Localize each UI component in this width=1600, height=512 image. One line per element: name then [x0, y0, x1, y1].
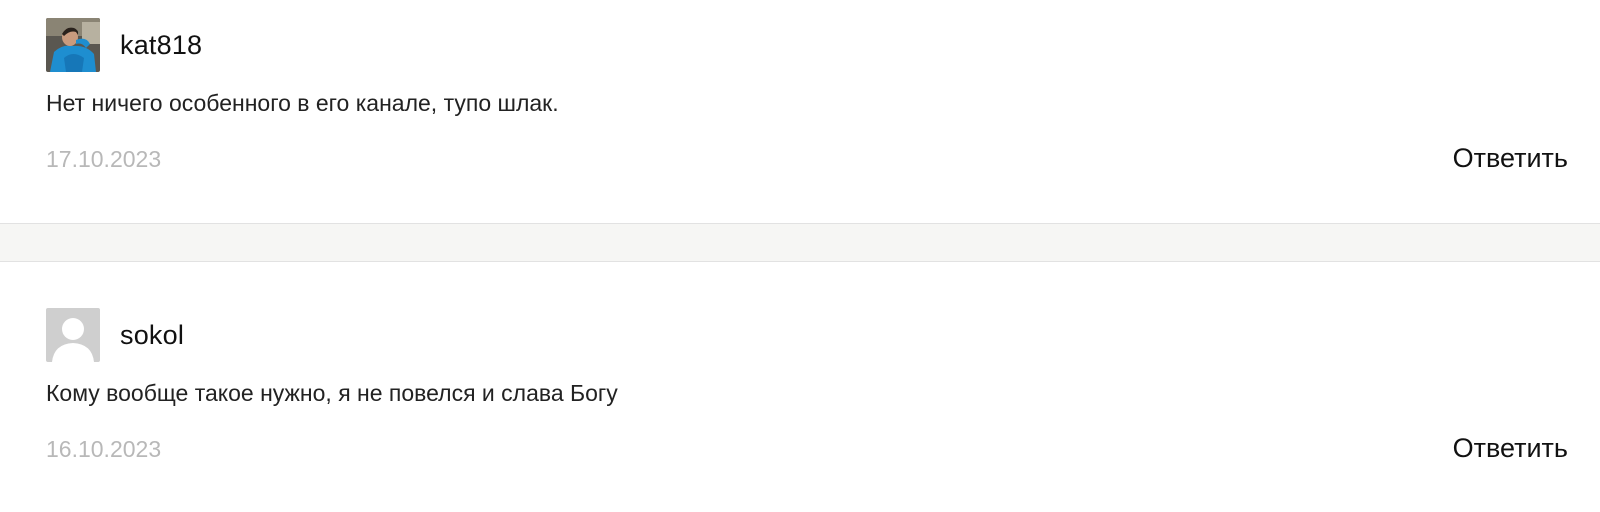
comment-text: Кому вообще такое нужно, я не повелся и …	[46, 380, 618, 406]
comment-author-row: kat818	[46, 18, 202, 72]
comment-separator	[0, 224, 1600, 261]
default-user-avatar-icon	[46, 308, 100, 362]
comment-author-name: sokol	[120, 319, 185, 350]
comments-list: kat818 Нет ничего особенного в его канал…	[0, 0, 1600, 512]
comment-date: 17.10.2023	[46, 146, 162, 172]
comment-text: Нет ничего особенного в его канале, тупо…	[46, 90, 559, 116]
comment-date: 16.10.2023	[46, 436, 162, 462]
comment-item: sokol Кому вообще такое нужно, я не пове…	[0, 261, 1600, 511]
comment-item: kat818 Нет ничего особенного в его канал…	[0, 0, 1600, 224]
avatar[interactable]	[46, 18, 100, 72]
reply-button[interactable]: Ответить	[1453, 433, 1568, 464]
reply-button[interactable]: Ответить	[1453, 143, 1568, 174]
comment-author-name: kat818	[120, 29, 203, 60]
user-photo-avatar	[46, 18, 100, 72]
avatar[interactable]	[46, 308, 100, 362]
comment-author-row: sokol	[46, 308, 184, 362]
